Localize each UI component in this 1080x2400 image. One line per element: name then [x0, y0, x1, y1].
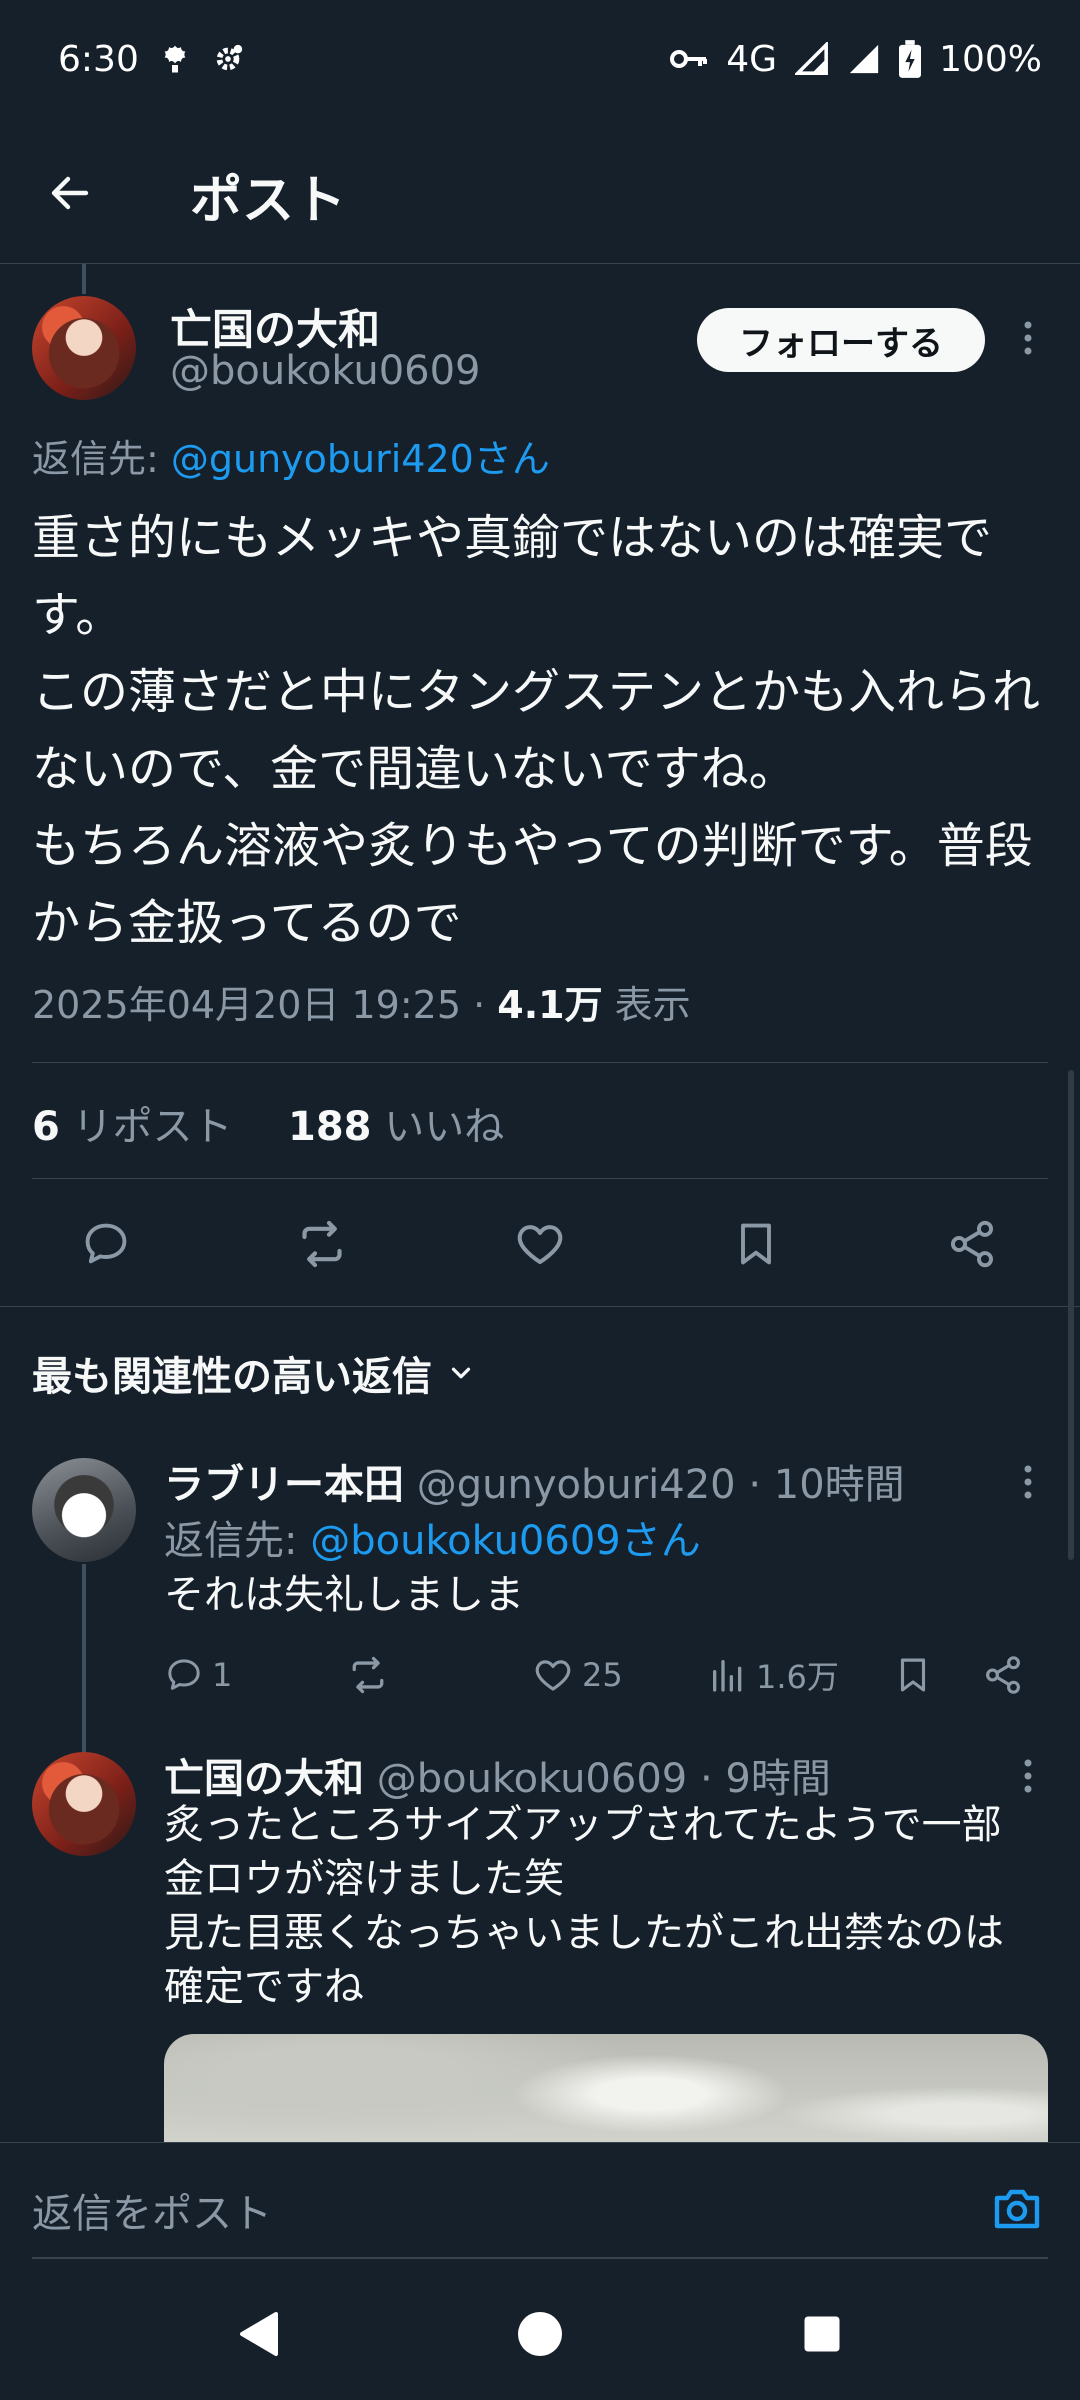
system-nav-bar: [0, 2262, 1080, 2400]
reply-to-prefix: 返信先:: [32, 437, 171, 481]
camera-button[interactable]: [990, 2183, 1044, 2233]
reply-to-mention[interactable]: @boukoku0609さん: [310, 1518, 701, 1564]
page-title: ポスト: [190, 171, 347, 231]
divider: [32, 1178, 1048, 1179]
bookmark-icon: [900, 1658, 926, 1692]
share-icon: [950, 1220, 994, 1268]
divider: [0, 1306, 1080, 1307]
reply-more-button[interactable]: [1008, 1462, 1048, 1502]
battery-percent: 100%: [939, 38, 1042, 80]
heart-icon: [517, 1225, 563, 1265]
reply-author-name[interactable]: 亡国の大和: [164, 1756, 364, 1802]
nav-back-button[interactable]: [228, 2304, 288, 2364]
circle-home-icon: [518, 2312, 562, 2356]
analytics-icon: [713, 1660, 742, 1692]
repost-button[interactable]: [292, 1214, 352, 1274]
tweet-meta: 2025年04月20日 19:25 · 4.1万 表示: [32, 974, 691, 1029]
tweet-timestamp[interactable]: 2025年04月20日 19:25 ·: [32, 983, 497, 1027]
thread-connector: [82, 264, 86, 294]
reply-input[interactable]: 返信をポスト: [32, 2181, 272, 2239]
avatar[interactable]: [32, 1458, 136, 1562]
vpn-key-icon: [670, 47, 708, 71]
like-button[interactable]: [510, 1214, 570, 1274]
chevron-down-icon: [451, 1367, 471, 1379]
camera-icon: [994, 2189, 1040, 2229]
reply-button[interactable]: 1: [164, 1650, 232, 1700]
square-recents-icon: [804, 2316, 840, 2352]
reply-time: · 9時間: [687, 1756, 831, 1802]
more-vertical-icon: [1024, 1465, 1032, 1499]
reply-text: それは失礼しましま: [164, 1572, 524, 1618]
reply-button[interactable]: [76, 1214, 136, 1274]
bookmark-button[interactable]: [726, 1214, 786, 1274]
more-options-button[interactable]: [1008, 318, 1048, 358]
comment-icon: [168, 1659, 200, 1690]
more-vertical-icon: [1024, 1759, 1032, 1793]
reply-header: 亡国の大和 @boukoku0609 · 9時間: [164, 1746, 831, 1804]
reply-time: · 10時間: [735, 1462, 905, 1508]
repost-icon: [352, 1656, 384, 1694]
divider: [32, 1062, 1048, 1063]
reply-author-name[interactable]: ラブリー本田: [164, 1462, 404, 1508]
battery-icon: [899, 40, 922, 78]
back-button[interactable]: [40, 163, 100, 223]
views-label: 表示: [602, 983, 691, 1027]
network-type: 4G: [726, 38, 778, 80]
reply-to-prefix: 返信先:: [164, 1518, 311, 1564]
like-button[interactable]: 25: [532, 1650, 623, 1700]
avatar[interactable]: [32, 1752, 136, 1856]
signal-icon: [847, 42, 881, 76]
reply-text: 炙ったところサイズアップされてたようで一部 金ロウが溶けました笑 見た目悪くなっ…: [164, 1802, 1004, 2010]
nav-recents-button[interactable]: [792, 2304, 852, 2364]
author-handle[interactable]: @boukoku0609: [170, 348, 481, 394]
status-time: 6:30: [58, 38, 139, 80]
notification-icon: [157, 41, 193, 77]
reply-to-mention[interactable]: @gunyoburi420さん: [171, 437, 550, 481]
reply-to-line: 返信先: @gunyoburi420さん: [32, 428, 550, 483]
app-header: ポスト: [0, 118, 1080, 264]
scrollbar[interactable]: [1068, 1070, 1074, 1560]
share-button[interactable]: [942, 1214, 1002, 1274]
reply-header: ラブリー本田 @gunyoburi420 · 10時間: [164, 1452, 905, 1510]
tweet-actions: [0, 1200, 1080, 1284]
post-detail-screen: 6:30 4G 100% ポスト 亡国の大和 @boukoku0609 フォロー…: [0, 0, 1080, 2400]
reply-actions: 1 25 1.6万: [164, 1650, 1044, 1700]
reply-composer: 返信をポスト: [0, 2142, 1080, 2260]
nav-home-button[interactable]: [510, 2304, 570, 2364]
reply-author-handle[interactable]: @boukoku0609: [377, 1756, 688, 1802]
views-count: 1.6万: [756, 1658, 839, 1696]
reply-sort-dropdown[interactable]: 最も関連性の高い返信: [32, 1344, 476, 1402]
thread-connector: [82, 1564, 86, 1756]
repost-button[interactable]: [346, 1650, 390, 1700]
triangle-back-icon: [240, 2312, 278, 2356]
follow-button[interactable]: フォローする: [697, 308, 985, 372]
like-count: 25: [582, 1656, 623, 1694]
arrow-left-icon: [51, 176, 89, 210]
settings-icon: [211, 42, 245, 76]
reply-sort-label: 最も関連性の高い返信: [32, 1354, 432, 1400]
heart-icon: [535, 1660, 571, 1691]
reply-count: 1: [212, 1656, 233, 1694]
avatar[interactable]: [32, 296, 136, 400]
share-button[interactable]: [982, 1650, 1024, 1700]
likes-stat[interactable]: 188 いいね: [288, 1104, 504, 1150]
reply-more-button[interactable]: [1008, 1756, 1048, 1796]
bookmark-icon: [741, 1223, 771, 1265]
status-bar: 6:30 4G 100%: [0, 0, 1080, 118]
engagement-stats: 6 リポスト 188 いいね: [32, 1094, 504, 1152]
composer-underline: [32, 2257, 1048, 2259]
bookmark-button[interactable]: [892, 1650, 934, 1700]
share-icon: [986, 1656, 1020, 1694]
signal-icon: [795, 42, 829, 76]
views-count: 4.1万: [497, 983, 603, 1027]
views-button[interactable]: 1.6万: [708, 1650, 839, 1700]
more-vertical-icon: [1024, 321, 1032, 355]
reply-author-handle[interactable]: @gunyoburi420: [417, 1462, 736, 1508]
reply-to-line: 返信先: @boukoku0609さん: [164, 1508, 701, 1566]
tweet-text: 重さ的にもメッキや真鍮ではないのは確実です。 この薄さだと中にタングステンとかも…: [32, 510, 1041, 951]
reposts-stat[interactable]: 6 リポスト: [32, 1104, 233, 1150]
repost-icon: [302, 1220, 342, 1268]
comment-icon: [85, 1223, 127, 1264]
